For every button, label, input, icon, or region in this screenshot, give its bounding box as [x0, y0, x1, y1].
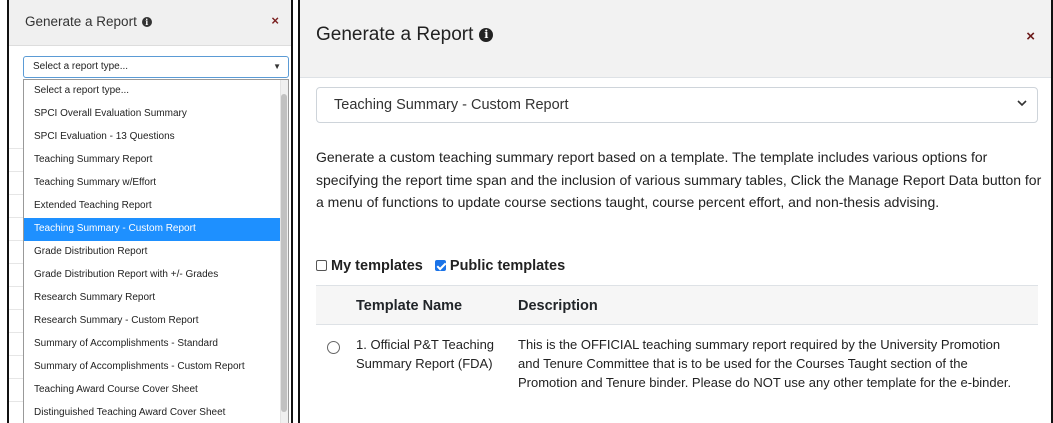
dropdown-scrollbar[interactable] — [280, 80, 288, 423]
left-report-modal: Generate a Report i × Select a report typ… — [7, 0, 293, 423]
left-modal-header: Generate a Report i × — [9, 0, 291, 46]
dropdown-option[interactable]: Research Summary - Custom Report — [24, 310, 282, 333]
report-type-select[interactable]: Select a report type... ▼ — [23, 56, 289, 78]
dropdown-option[interactable]: Grade Distribution Report — [24, 241, 282, 264]
caret-down-icon: ▼ — [273, 62, 281, 71]
dropdown-option[interactable]: Teaching Award Course Cover Sheet — [24, 379, 282, 402]
dropdown-option[interactable]: Extended Teaching Report — [24, 195, 282, 218]
chevron-down-icon — [1017, 100, 1027, 107]
right-report-modal: Generate a Report i × Teaching Summary - … — [298, 0, 1053, 423]
my-templates-checkbox[interactable] — [316, 260, 327, 271]
dropdown-option[interactable]: SPCI Overall Evaluation Summary — [24, 103, 282, 126]
close-icon[interactable]: × — [271, 13, 279, 28]
column-header-description: Description — [518, 298, 598, 314]
template-description: This is the OFFICIAL teaching summary re… — [518, 337, 1012, 390]
dropdown-scrollbar-thumb[interactable] — [281, 94, 287, 412]
my-templates-label: My templates — [331, 258, 423, 274]
dropdown-option[interactable]: Summary of Accomplishments - Custom Repo… — [24, 356, 282, 379]
dropdown-option[interactable]: Teaching Summary w/Effort — [24, 172, 282, 195]
report-description: Generate a custom teaching summary repor… — [316, 149, 1042, 210]
background-table-rows — [9, 126, 23, 423]
info-icon[interactable]: i — [141, 17, 152, 27]
public-templates-checkbox[interactable] — [434, 260, 446, 271]
my-templates-filter[interactable]: My templates — [316, 258, 423, 274]
dropdown-option[interactable]: Distinguished Teaching Award Cover Sheet — [24, 402, 282, 423]
left-modal-body: Select a report type... ▼ Select a repor… — [9, 46, 291, 423]
right-modal-header: Generate a Report i × — [300, 0, 1051, 78]
dropdown-option[interactable]: Summary of Accomplishments - Standard — [24, 333, 282, 356]
right-modal-title-text: Generate a Report — [316, 24, 474, 45]
dropdown-option[interactable]: SPCI Evaluation - 13 Questions — [24, 126, 282, 149]
table-row[interactable]: 1. Official P&T Teaching Summary Report … — [316, 325, 1038, 423]
public-templates-filter[interactable]: Public templates — [434, 258, 566, 274]
dropdown-option[interactable]: Teaching Summary - Custom Report — [24, 218, 282, 241]
dropdown-option[interactable]: Teaching Summary Report — [24, 149, 282, 172]
column-header-template-name: Template Name — [356, 298, 463, 314]
report-type-select-value: Teaching Summary - Custom Report — [334, 97, 569, 113]
dropdown-option[interactable]: Grade Distribution Report with +/- Grade… — [24, 264, 282, 287]
left-modal-title-text: Generate a Report — [25, 14, 137, 29]
templates-table: Template Name Description 1. Official P&… — [316, 285, 1038, 423]
table-header: Template Name Description — [316, 285, 1038, 325]
public-templates-label: Public templates — [449, 258, 566, 274]
dropdown-option[interactable]: Select a report type... — [24, 80, 282, 103]
dropdown-option[interactable]: Research Summary Report — [24, 287, 282, 310]
template-radio[interactable] — [327, 341, 340, 354]
template-name: 1. Official P&T Teaching Summary Report … — [356, 337, 495, 371]
report-type-dropdown-list: Select a report type... SPCI Overall Eval… — [23, 79, 289, 423]
template-filters: My templates Public templates — [316, 258, 573, 274]
left-modal-title: Generate a Report i — [25, 14, 152, 29]
close-icon[interactable]: × — [1026, 28, 1035, 45]
right-modal-title: Generate a Report i — [316, 24, 494, 46]
report-type-select[interactable]: Teaching Summary - Custom Report — [316, 87, 1038, 123]
info-icon[interactable]: i — [479, 28, 494, 42]
report-type-select-value: Select a report type... — [33, 61, 129, 72]
